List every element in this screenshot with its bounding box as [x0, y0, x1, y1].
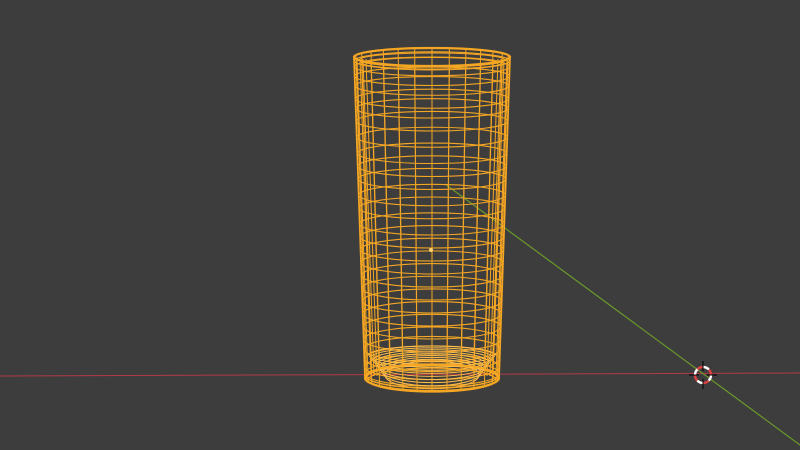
3d-viewport[interactable]	[0, 0, 800, 450]
wireframe-edge	[382, 49, 391, 368]
object-origin-point	[429, 248, 433, 252]
viewport-canvas[interactable]	[0, 0, 800, 450]
cylinder-object[interactable]	[352, 46, 512, 393]
wireframe-edge	[414, 48, 418, 366]
wireframe-edge	[460, 48, 467, 367]
wireframe-edge	[446, 48, 450, 366]
3d-cursor-icon[interactable]	[689, 361, 717, 389]
wireframe-edge	[397, 48, 404, 367]
